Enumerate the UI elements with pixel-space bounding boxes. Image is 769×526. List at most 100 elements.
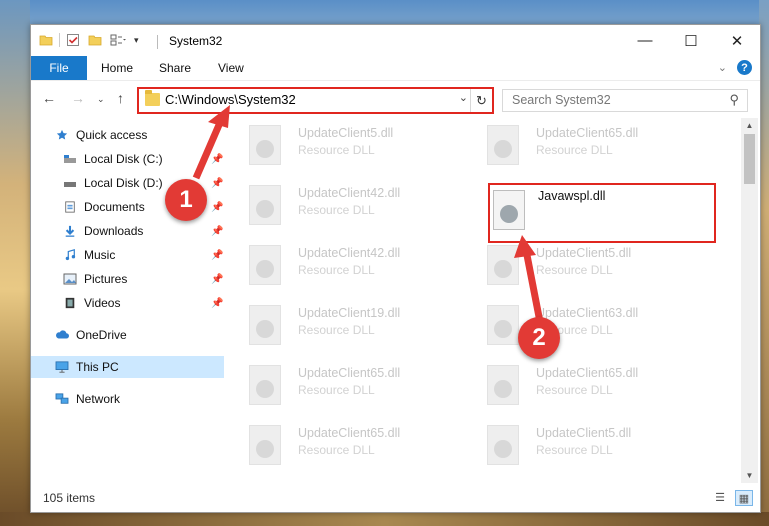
videos-icon <box>65 297 75 309</box>
file-item[interactable]: UpdateClient65.dll Resource DLL <box>462 118 692 168</box>
properties-icon[interactable] <box>66 33 80 47</box>
file-item[interactable]: UpdateClient63.dll Resource DLL <box>462 298 692 348</box>
file-type: Resource DLL <box>536 143 613 157</box>
dll-file-icon <box>487 245 519 285</box>
file-type: Resource DLL <box>298 383 375 397</box>
cloud-icon <box>56 330 69 339</box>
refresh-icon[interactable]: ↻ <box>470 89 492 112</box>
file-item[interactable]: UpdateClient65.dll Resource DLL <box>462 358 692 408</box>
file-name: UpdateClient5.dll <box>298 126 394 140</box>
sidebar-item-label: Local Disk (D:) <box>84 176 163 190</box>
help-icon[interactable]: ? <box>737 60 752 75</box>
sidebar-item-label: Network <box>76 392 121 406</box>
dll-file-icon <box>249 125 281 165</box>
tab-home[interactable]: Home <box>101 61 133 75</box>
sidebar-item-quick-access[interactable]: Quick access <box>31 124 224 146</box>
back-arrow-icon[interactable]: ← <box>42 90 56 106</box>
music-icon <box>65 249 76 261</box>
pin-icon[interactable]: 📌 <box>211 298 223 309</box>
file-item[interactable]: UpdateClient42.dll Resource DLL <box>224 178 454 228</box>
file-name: UpdateClient65.dll <box>298 426 401 440</box>
address-bar[interactable]: C:\Windows\System32 ⌄ ↻ <box>137 87 494 114</box>
pin-icon[interactable]: 📌 <box>211 250 223 261</box>
large-icons-view-icon[interactable]: ▦ <box>735 490 753 506</box>
file-name: UpdateClient65.dll <box>298 366 401 380</box>
file-item[interactable]: UpdateClient42.dll Resource DLL <box>224 238 454 288</box>
sidebar-item-this-pc[interactable]: This PC <box>31 356 224 378</box>
sidebar-item-label: Downloads <box>84 224 144 238</box>
download-icon <box>65 225 75 237</box>
details-view-icon[interactable]: ☰ <box>712 490 728 504</box>
status-bar: 105 items ☰ ▦ <box>31 485 760 511</box>
file-item[interactable]: UpdateClient19.dll Resource DLL <box>224 298 454 348</box>
scrollbar-thumb[interactable] <box>744 134 755 184</box>
dll-file-icon <box>249 305 281 345</box>
sidebar-item-label: OneDrive <box>76 328 127 342</box>
sidebar-item-label: Videos <box>84 296 121 310</box>
address-dropdown-chevron-icon[interactable]: ⌄ <box>459 91 468 104</box>
file-explorer-window: ▾ System32 — ☐ ✕ File Home Share View ⌄ … <box>30 24 761 513</box>
pin-icon[interactable]: 📌 <box>211 274 223 285</box>
window-title: System32 <box>169 34 223 48</box>
minimize-button[interactable]: — <box>622 25 668 56</box>
customize-toolbar-chevron-icon[interactable]: ▾ <box>134 35 139 46</box>
dll-file-icon <box>487 425 519 465</box>
address-path[interactable]: C:\Windows\System32 <box>165 92 296 107</box>
tab-file[interactable]: File <box>31 56 87 80</box>
scroll-down-arrow-icon[interactable]: ▼ <box>741 468 758 483</box>
search-input[interactable]: Search System32 <box>512 93 611 107</box>
desktop-wallpaper-left <box>0 0 30 526</box>
pin-icon[interactable]: 📌 <box>211 178 223 189</box>
sidebar-item-music[interactable]: Music 📌 <box>31 244 224 266</box>
file-type: Resource DLL <box>536 383 613 397</box>
sidebar-item-videos[interactable]: Videos 📌 <box>31 292 224 314</box>
chevron-down-icon[interactable]: ⌄ <box>718 61 727 74</box>
file-item[interactable]: UpdateClient5.dll Resource DLL <box>224 118 454 168</box>
maximize-button[interactable]: ☐ <box>668 25 714 56</box>
recent-locations-chevron-icon[interactable]: ⌄ <box>97 94 105 105</box>
search-icon[interactable]: ⚲ <box>729 92 739 108</box>
sidebar-item-label: This PC <box>76 360 119 374</box>
file-item[interactable]: UpdateClient5.dll Resource DLL <box>462 238 692 288</box>
up-arrow-icon[interactable]: ↑ <box>117 90 124 106</box>
view-options-icon[interactable] <box>110 33 126 47</box>
drive-icon <box>64 155 76 163</box>
drive-icon <box>64 182 76 187</box>
folder-icon[interactable] <box>39 33 53 47</box>
network-icon <box>55 393 69 404</box>
pin-icon[interactable]: 📌 <box>211 202 223 213</box>
file-name: UpdateClient63.dll <box>536 306 639 320</box>
file-item-highlighted[interactable]: Javawspl.dll <box>488 183 716 243</box>
pin-icon[interactable]: 📌 <box>211 154 223 165</box>
desktop-wallpaper-bottom <box>0 512 769 526</box>
file-list: UpdateClient5.dll Resource DLL UpdateCli… <box>224 118 741 483</box>
file-item[interactable]: UpdateClient5.dll Resource DLL <box>462 418 692 468</box>
file-name: UpdateClient19.dll <box>298 306 401 320</box>
sidebar-item-pictures[interactable]: Pictures 📌 <box>31 268 224 290</box>
step-1-badge: 1 <box>165 179 207 221</box>
tab-share[interactable]: Share <box>159 61 191 75</box>
sidebar-item-downloads[interactable]: Downloads 📌 <box>31 220 224 242</box>
file-type: Resource DLL <box>298 443 375 457</box>
pin-icon[interactable]: 📌 <box>211 226 223 237</box>
sidebar-item-label: Pictures <box>84 272 128 286</box>
search-box[interactable]: Search System32 ⚲ <box>502 89 748 112</box>
sidebar-item-local-disk-c[interactable]: Local Disk (C:) 📌 <box>31 148 224 170</box>
sidebar-item-onedrive[interactable]: OneDrive <box>31 324 224 346</box>
title-bar: ▾ System32 — ☐ ✕ <box>31 25 760 56</box>
forward-arrow-icon[interactable]: → <box>71 90 85 106</box>
dll-file-icon <box>249 245 281 285</box>
step-2-badge: 2 <box>518 317 560 359</box>
file-item[interactable]: UpdateClient65.dll Resource DLL <box>224 358 454 408</box>
close-button[interactable]: ✕ <box>714 25 760 56</box>
sidebar-item-network[interactable]: Network <box>31 388 224 410</box>
tab-view[interactable]: View <box>218 61 244 75</box>
scroll-up-arrow-icon[interactable]: ▲ <box>741 118 758 133</box>
new-folder-icon[interactable] <box>88 33 102 47</box>
file-item[interactable]: UpdateClient65.dll Resource DLL <box>224 418 454 468</box>
vertical-scrollbar[interactable]: ▲ ▼ <box>741 118 758 483</box>
file-name: UpdateClient5.dll <box>536 246 632 260</box>
computer-icon <box>55 361 69 373</box>
sidebar-item-label: Local Disk (C:) <box>84 152 163 166</box>
title-separator <box>157 35 158 49</box>
